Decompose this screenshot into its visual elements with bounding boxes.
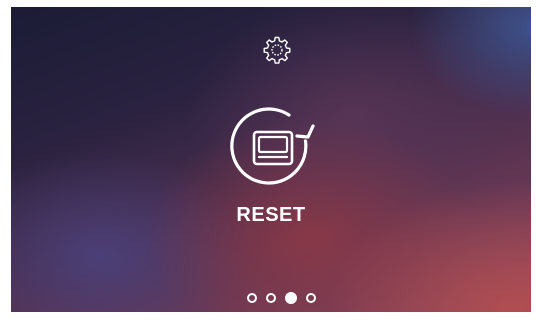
reset-label: RESET (236, 204, 306, 226)
screen: RESET (11, 7, 531, 312)
device-frame: RESET (0, 0, 536, 321)
page-dot-4[interactable] (305, 293, 316, 303)
page-indicator (236, 289, 326, 307)
settings-button[interactable] (260, 33, 294, 67)
page-dot-3-active[interactable] (284, 292, 297, 304)
reset-button[interactable]: RESET (221, 102, 321, 242)
gear-icon (263, 36, 291, 64)
page-dot-1[interactable] (246, 293, 257, 303)
page-dot-2[interactable] (265, 293, 276, 303)
device-refresh-icon (230, 107, 315, 185)
